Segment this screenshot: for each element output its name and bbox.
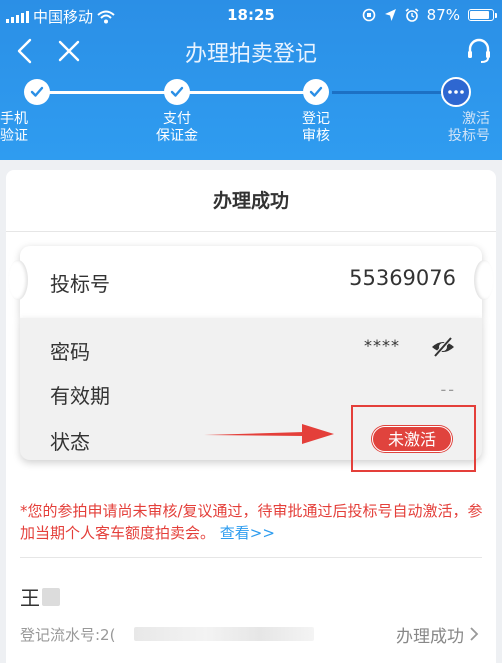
customer-service-icon[interactable] — [464, 36, 494, 66]
ticket-notch — [474, 260, 494, 300]
password-label: 密码 — [50, 340, 90, 364]
annotation-arrow — [204, 424, 334, 444]
status-label: 状态 — [50, 430, 90, 454]
ticket-notch — [8, 260, 28, 300]
step-activate-bid-number: 激活 投标号 — [416, 72, 496, 145]
step-check — [24, 79, 50, 105]
alarm-icon — [405, 8, 419, 22]
registration-number-label: 登记流水号:2( — [20, 626, 116, 644]
step-label: 支付 保证金 — [156, 111, 198, 144]
view-more-link[interactable]: 查看>> — [220, 524, 275, 542]
step-phone-verify: 手机 验证 — [0, 72, 77, 145]
location-icon — [384, 9, 396, 21]
registration-row[interactable]: 登记流水号:2( 办理成功 — [20, 622, 482, 647]
redacted-name — [42, 587, 60, 606]
card-title: 办理成功 — [6, 170, 496, 232]
more-dots-icon — [448, 90, 464, 94]
step-current — [441, 77, 471, 107]
step-label: 激活 投标号 — [448, 111, 490, 144]
validity-label: 有效期 — [50, 384, 110, 408]
user-name-text: 王 — [20, 586, 40, 610]
status-bar: 中国移动 18:25 87% — [0, 0, 502, 30]
app-header: 中国移动 18:25 87% 办理拍卖登记 手机 验证 支付 保证金 登记 审核… — [0, 0, 502, 160]
chevron-right-icon — [470, 627, 479, 641]
validity-value: -- — [440, 380, 456, 399]
registration-status: 办理成功 — [396, 627, 464, 647]
check-icon — [170, 86, 184, 97]
step-registration-review: 登记 审核 — [276, 72, 356, 145]
ticket-header: 投标号 55369076 — [8, 246, 494, 318]
user-name: 王 — [20, 582, 60, 611]
screen-rotation-lock-icon — [362, 8, 375, 22]
step-label: 登记 审核 — [302, 111, 330, 144]
step-check — [164, 79, 190, 105]
bid-number-value: 55369076 — [349, 266, 456, 290]
battery-icon — [468, 9, 497, 21]
step-pay-deposit: 支付 保证金 — [137, 72, 217, 145]
status-right: 87% — [362, 6, 497, 24]
navbar: 办理拍卖登记 — [0, 32, 502, 72]
divider — [20, 557, 482, 558]
step-check — [303, 79, 329, 105]
progress-steps: 手机 验证 支付 保证金 登记 审核 激活 投标号 — [0, 72, 502, 160]
step-label: 手机 验证 — [0, 111, 28, 144]
password-value: **** — [364, 336, 400, 355]
eye-hidden-icon[interactable] — [430, 334, 456, 360]
redacted-registration-number — [134, 627, 314, 641]
page-title: 办理拍卖登记 — [184, 42, 317, 67]
status-badge: 未激活 — [372, 426, 452, 452]
check-icon — [30, 86, 44, 97]
bid-number-label: 投标号 — [50, 272, 110, 296]
battery-percent: 87% — [426, 6, 460, 24]
notice-text: *您的参拍申请尚未审核/复议通过，待审批通过后投标号自动激活，参加当期个人客车额… — [20, 500, 486, 544]
check-icon — [309, 86, 323, 97]
